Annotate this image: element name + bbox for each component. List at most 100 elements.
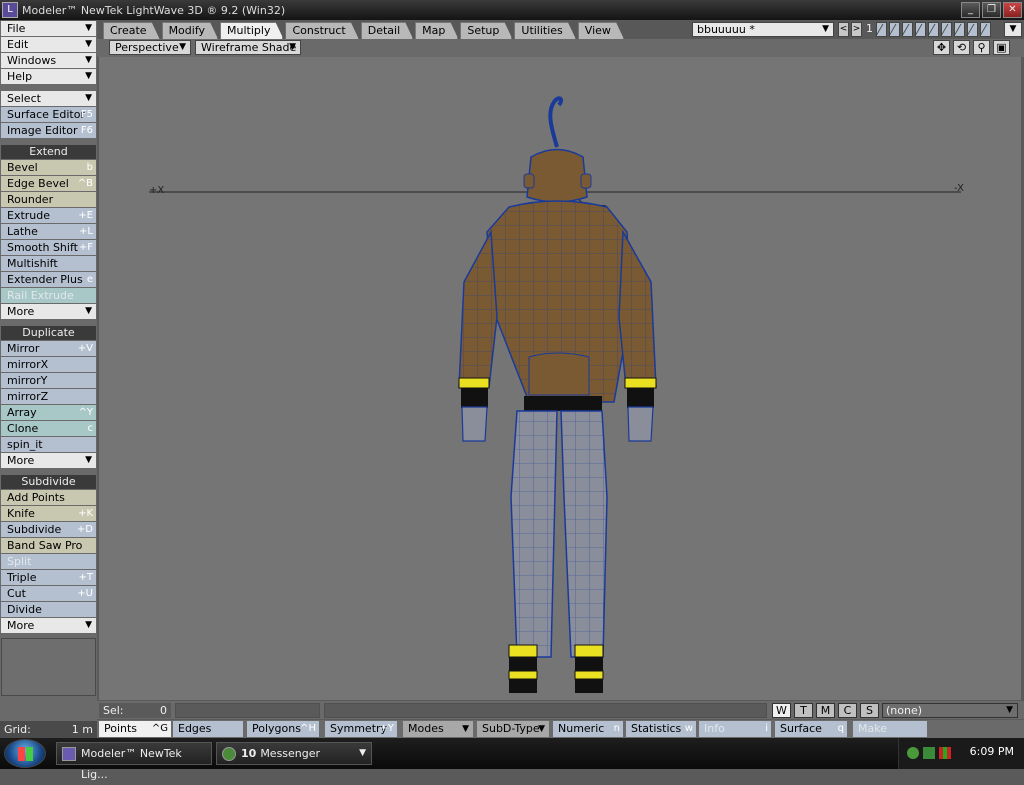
start-button[interactable] <box>4 739 46 768</box>
triple-button[interactable]: Triple +T <box>1 570 96 585</box>
pan-icon[interactable]: ✥ <box>933 40 950 55</box>
weight-map-button[interactable]: W <box>772 703 791 718</box>
modes-dropdown[interactable]: Modes ▼ <box>403 721 473 737</box>
mirrorz-button[interactable]: mirrorZ <box>1 389 96 404</box>
close-button[interactable]: ✕ <box>1003 2 1022 18</box>
statistics-button[interactable]: Statistics w <box>626 721 696 737</box>
surface-button[interactable]: Surface q <box>775 721 847 737</box>
messenger-status-icon[interactable] <box>907 747 919 759</box>
knife-button[interactable]: Knife +K <box>1 506 96 521</box>
layer-slot[interactable] <box>889 22 900 37</box>
mirrorx-button[interactable]: mirrorX <box>1 357 96 372</box>
image-editor-button[interactable]: Image Editor F6 <box>1 123 96 138</box>
3d-viewport[interactable]: +X -X +Z <box>99 57 1021 700</box>
edge-bevel-button[interactable]: Edge Bevel ^B <box>1 176 96 191</box>
edit-menu[interactable]: Edit ▼ <box>1 37 96 52</box>
layer-slot[interactable] <box>876 22 887 37</box>
windows-menu[interactable]: Windows ▼ <box>1 53 96 68</box>
taskbar-messenger-button[interactable]: 10 Messenger ▼ <box>216 742 372 765</box>
extender-plus-button[interactable]: Extender Plus e <box>1 272 96 287</box>
multishift-button[interactable]: Multishift <box>1 256 96 271</box>
lathe-button[interactable]: Lathe +L <box>1 224 96 239</box>
add-points-button[interactable]: Add Points <box>1 490 96 505</box>
maximize-viewport-icon[interactable]: ▣ <box>993 40 1010 55</box>
edges-mode-button[interactable]: Edges <box>173 721 243 737</box>
viewport-header: Perspective ▼ Wireframe Shade ▼ ✥ ⟲ ⚲ ▣ <box>97 39 1024 57</box>
surface-editor-button[interactable]: Surface Editor F5 <box>1 107 96 122</box>
select-menu[interactable]: Select ▼ <box>1 91 96 106</box>
chevron-down-icon: ▼ <box>85 620 92 630</box>
layer-slot[interactable] <box>941 22 952 37</box>
layer-slot[interactable] <box>902 22 913 37</box>
smooth-shift-button[interactable]: Smooth Shift +F <box>1 240 96 255</box>
array-button[interactable]: Array ^Y <box>1 405 96 420</box>
next-layer-button[interactable]: > <box>851 22 862 37</box>
window-title: Modeler™ NewTek LightWave 3D ® 9.2 (Win3… <box>22 3 286 17</box>
clone-button[interactable]: Clone c <box>1 421 96 436</box>
extend-section-header: Extend <box>1 145 96 159</box>
view-projection-dropdown[interactable]: Perspective ▼ <box>109 40 191 55</box>
chevron-down-icon: ▼ <box>85 93 92 103</box>
tab-setup[interactable]: Setup <box>460 22 512 39</box>
tool-sidebar: File ▼ Edit ▼ Windows ▼ Help ▼ Select ▼ Surfa… <box>0 21 97 721</box>
restore-button[interactable]: ❐ <box>982 2 1001 18</box>
points-mode-button[interactable]: Points ^G <box>99 721 171 737</box>
morph-map-button[interactable]: M <box>816 703 835 718</box>
tab-create[interactable]: Create <box>103 22 160 39</box>
mirror-button[interactable]: Mirror +V <box>1 341 96 356</box>
extend-more-menu[interactable]: More ▼ <box>1 304 96 319</box>
divide-button[interactable]: Divide <box>1 602 96 617</box>
texture-map-button[interactable]: T <box>794 703 813 718</box>
tab-detail[interactable]: Detail <box>361 22 413 39</box>
taskbar-modeler-button[interactable]: Modeler™ NewTek Lig... <box>56 742 212 781</box>
sidebar-empty-panel <box>1 638 96 696</box>
make-button[interactable]: Make <box>853 721 927 737</box>
rotate-icon[interactable]: ⟲ <box>953 40 970 55</box>
chevron-down-icon: ▼ <box>85 455 92 465</box>
tab-utilities[interactable]: Utilities <box>514 22 575 39</box>
tab-map[interactable]: Map <box>415 22 458 39</box>
prev-layer-button[interactable]: < <box>838 22 849 37</box>
subd-type-dropdown[interactable]: SubD-Type ▼ <box>477 721 549 737</box>
selection-set-button[interactable]: S <box>860 703 879 718</box>
object-select-dropdown[interactable]: bbuuuuu * ▼ <box>692 22 834 37</box>
tab-construct[interactable]: Construct <box>285 22 358 39</box>
band-saw-pro-button[interactable]: Band Saw Pro <box>1 538 96 553</box>
render-mode-dropdown[interactable]: Wireframe Shade ▼ <box>195 40 301 55</box>
network-icon[interactable] <box>923 747 935 759</box>
rounder-button[interactable]: Rounder <box>1 192 96 207</box>
vertex-map-dropdown[interactable]: (none) ▼ <box>882 703 1018 718</box>
spin-it-button[interactable]: spin_it <box>1 437 96 452</box>
bevel-button[interactable]: Bevel b <box>1 160 96 175</box>
file-menu[interactable]: File ▼ <box>1 21 96 36</box>
minimize-button[interactable]: _ <box>961 2 980 18</box>
layer-slot[interactable] <box>980 22 991 37</box>
mirrory-button[interactable]: mirrorY <box>1 373 96 388</box>
subdivide-more-menu[interactable]: More ▼ <box>1 618 96 633</box>
extrude-button[interactable]: Extrude +E <box>1 208 96 223</box>
subdivide-button[interactable]: Subdivide +D <box>1 522 96 537</box>
rail-extrude-button[interactable]: Rail Extrude <box>1 288 96 303</box>
numeric-button[interactable]: Numeric n <box>553 721 623 737</box>
layer-slot[interactable] <box>928 22 939 37</box>
tab-multiply[interactable]: Multiply <box>220 22 283 39</box>
help-menu[interactable]: Help ▼ <box>1 69 96 84</box>
performance-meter-icon[interactable] <box>939 747 951 759</box>
tab-modify[interactable]: Modify <box>162 22 218 39</box>
symmetry-toggle[interactable]: Symmetry +Y <box>325 721 397 737</box>
zoom-icon[interactable]: ⚲ <box>973 40 990 55</box>
layers-menu-button[interactable]: ▼ <box>1004 22 1022 37</box>
tab-view[interactable]: View <box>578 22 624 39</box>
layer-slot[interactable] <box>915 22 926 37</box>
color-map-button[interactable]: C <box>838 703 857 718</box>
split-button[interactable]: Split <box>1 554 96 569</box>
duplicate-more-menu[interactable]: More ▼ <box>1 453 96 468</box>
layer-slot[interactable] <box>954 22 965 37</box>
lightwave-icon <box>62 747 76 761</box>
cut-button[interactable]: Cut +U <box>1 586 96 601</box>
layer-slot[interactable] <box>967 22 978 37</box>
clock[interactable]: 6:09 PM <box>970 745 1014 758</box>
info-button[interactable]: Info i <box>699 721 771 737</box>
windows-logo-icon <box>18 747 33 761</box>
polygons-mode-button[interactable]: Polygons ^H <box>247 721 319 737</box>
